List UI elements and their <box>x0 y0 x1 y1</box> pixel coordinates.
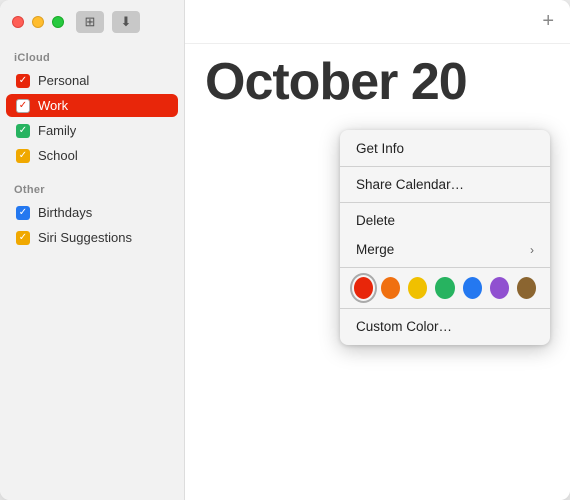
main-header: + <box>185 0 570 44</box>
menu-divider-4 <box>340 308 550 309</box>
sidebar: ⊞ ⬇ iCloud ✓ Personal ✓ Work ✓ Family ✓ … <box>0 0 185 500</box>
main-area: + October 20 Get Info Share Calendar… De… <box>185 0 570 500</box>
color-option-green[interactable] <box>435 277 454 299</box>
add-event-button[interactable]: + <box>542 10 554 33</box>
menu-item-delete[interactable]: Delete <box>340 206 550 235</box>
school-label: School <box>38 148 78 163</box>
siri-label: Siri Suggestions <box>38 230 132 245</box>
sidebar-item-birthdays[interactable]: ✓ Birthdays <box>6 201 178 224</box>
app-window: ⊞ ⬇ iCloud ✓ Personal ✓ Work ✓ Family ✓ … <box>0 0 570 500</box>
sidebar-item-personal[interactable]: ✓ Personal <box>6 69 178 92</box>
sidebar-item-school[interactable]: ✓ School <box>6 144 178 167</box>
color-option-orange[interactable] <box>381 277 400 299</box>
color-option-purple[interactable] <box>490 277 509 299</box>
grid-view-icon[interactable]: ⊞ <box>76 11 104 33</box>
birthdays-label: Birthdays <box>38 205 92 220</box>
birthdays-checkbox[interactable]: ✓ <box>16 206 30 220</box>
family-checkbox[interactable]: ✓ <box>16 124 30 138</box>
month-title: October 20 <box>185 44 570 120</box>
work-checkbox[interactable]: ✓ <box>16 99 30 113</box>
color-picker-row <box>340 271 550 305</box>
sidebar-item-family[interactable]: ✓ Family <box>6 119 178 142</box>
menu-divider-3 <box>340 267 550 268</box>
close-button[interactable] <box>12 16 24 28</box>
titlebar: ⊞ ⬇ <box>0 0 184 44</box>
personal-label: Personal <box>38 73 89 88</box>
family-label: Family <box>38 123 76 138</box>
color-option-brown[interactable] <box>517 277 536 299</box>
school-checkbox[interactable]: ✓ <box>16 149 30 163</box>
minimize-button[interactable] <box>32 16 44 28</box>
menu-item-custom-color[interactable]: Custom Color… <box>340 312 550 341</box>
menu-item-share-calendar[interactable]: Share Calendar… <box>340 170 550 199</box>
sidebar-item-siri[interactable]: ✓ Siri Suggestions <box>6 226 178 249</box>
work-label: Work <box>38 98 68 113</box>
sidebar-item-work[interactable]: ✓ Work <box>6 94 178 117</box>
inbox-icon[interactable]: ⬇ <box>112 11 140 33</box>
siri-checkbox[interactable]: ✓ <box>16 231 30 245</box>
color-option-yellow[interactable] <box>408 277 427 299</box>
menu-item-merge[interactable]: Merge › <box>340 235 550 264</box>
menu-divider-1 <box>340 166 550 167</box>
color-option-red[interactable] <box>354 277 373 299</box>
icloud-section-label: iCloud <box>0 44 184 68</box>
context-menu: Get Info Share Calendar… Delete Merge › <box>340 130 550 345</box>
menu-divider-2 <box>340 202 550 203</box>
other-section-label: Other <box>0 176 184 200</box>
toolbar-icons: ⊞ ⬇ <box>76 11 140 33</box>
personal-checkbox[interactable]: ✓ <box>16 74 30 88</box>
menu-item-get-info[interactable]: Get Info <box>340 134 550 163</box>
merge-submenu-chevron: › <box>530 243 534 257</box>
color-option-blue[interactable] <box>463 277 482 299</box>
maximize-button[interactable] <box>52 16 64 28</box>
